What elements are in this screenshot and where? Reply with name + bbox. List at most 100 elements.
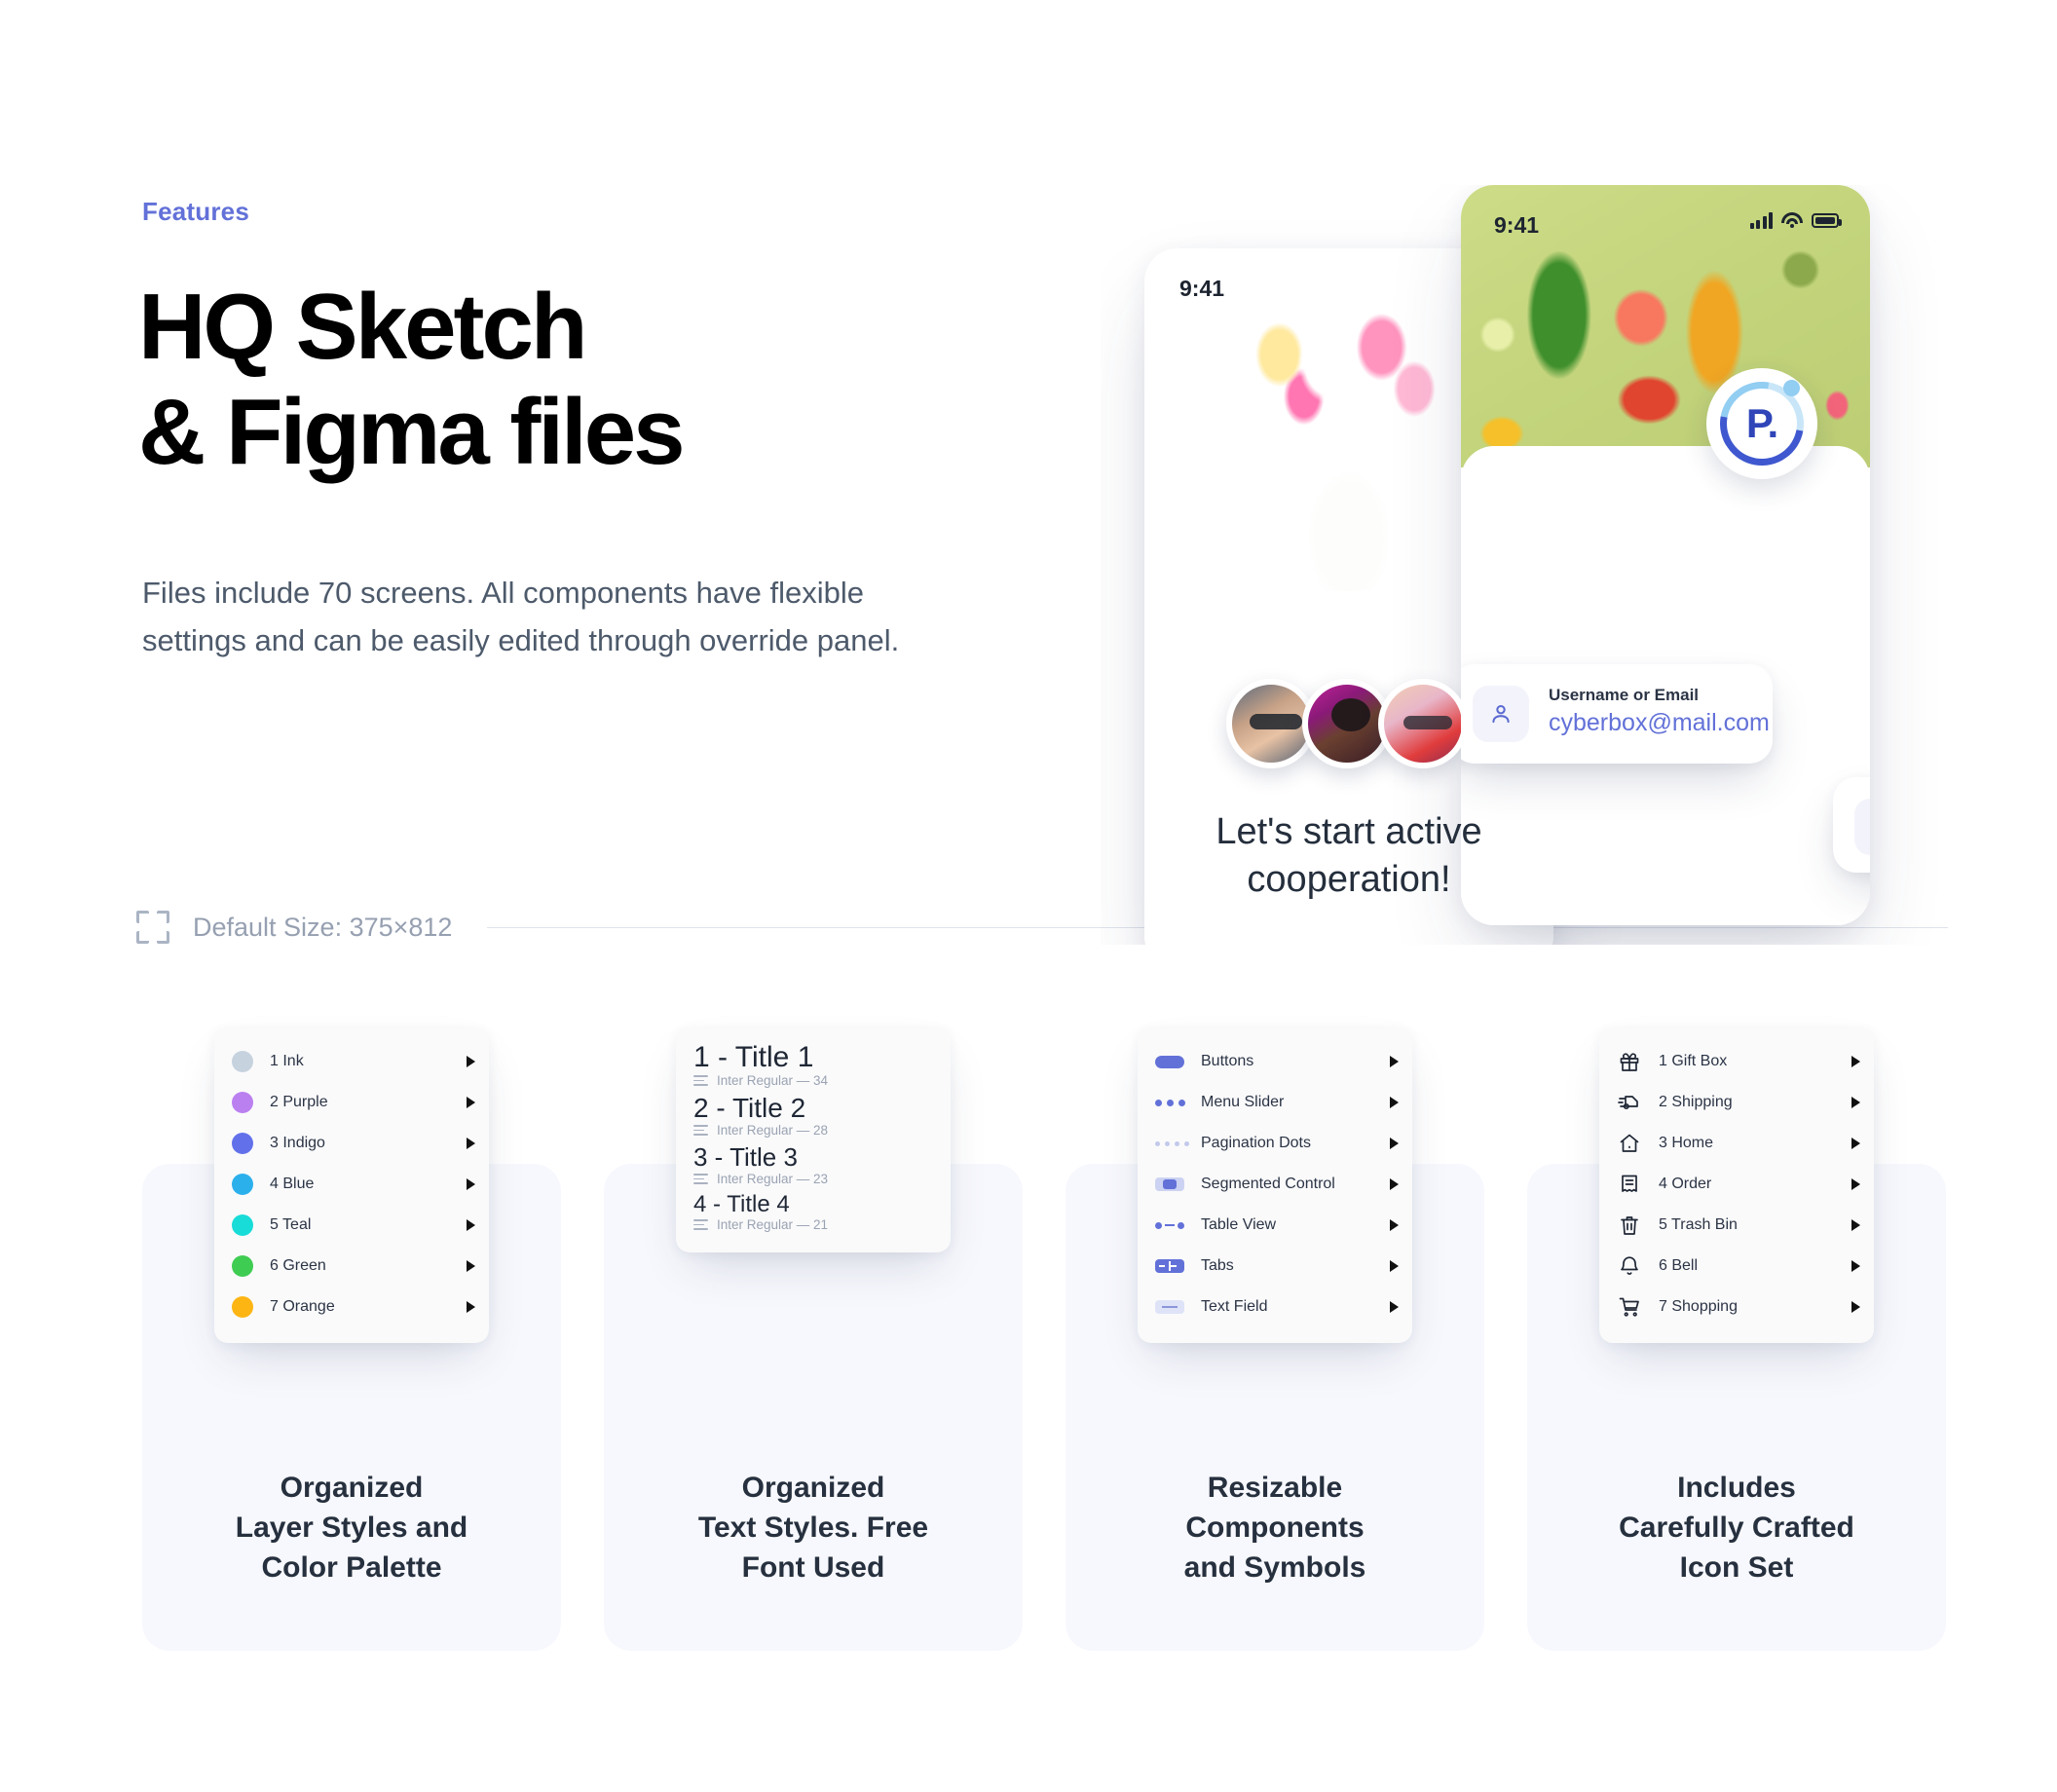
disclosure-caret-icon[interactable] [1851, 1219, 1860, 1231]
text-style-font: Inter Regular — 28 [717, 1123, 829, 1138]
icon-set-panel: 1 Gift Box 2 Shipping 3 Home 4 Order 5 Trash… [1599, 1027, 1874, 1343]
cart-icon [1617, 1294, 1642, 1320]
list-item-label: 2 Purple [270, 1094, 328, 1110]
disclosure-caret-icon[interactable] [1851, 1260, 1860, 1272]
text-style-name: 3 - Title 3 [693, 1142, 798, 1172]
list-item-label: 7 Orange [270, 1298, 335, 1315]
table-view-icon [1155, 1216, 1184, 1234]
list-item-label: 1 Gift Box [1659, 1053, 1728, 1069]
text-style-font: Inter Regular — 23 [717, 1172, 829, 1186]
color-swatch [232, 1174, 253, 1195]
disclosure-caret-icon[interactable] [1390, 1056, 1399, 1067]
card-caption: Organized Layer Styles and Color Palette [235, 1472, 468, 1585]
disclosure-caret-icon[interactable] [1851, 1178, 1860, 1190]
color-swatch [232, 1051, 253, 1072]
disclosure-caret-icon[interactable] [467, 1097, 475, 1108]
disclosure-caret-icon[interactable] [467, 1301, 475, 1313]
color-swatch [232, 1214, 253, 1236]
disclosure-caret-icon[interactable] [1390, 1097, 1399, 1108]
trash-icon [1617, 1213, 1642, 1238]
list-item[interactable]: Pagination Dots [1138, 1123, 1412, 1164]
list-item[interactable]: 1 Gift Box [1599, 1041, 1874, 1082]
list-item[interactable]: 4 Order [1599, 1164, 1874, 1205]
list-item[interactable]: 2 - Title 2 [676, 1093, 951, 1124]
list-item[interactable]: 3 Indigo [214, 1123, 489, 1164]
crop-frame-icon [136, 911, 169, 944]
phone-left-headline: Let's start active cooperation! [1216, 811, 1482, 900]
disclosure-caret-icon[interactable] [1851, 1138, 1860, 1149]
color-swatch [232, 1255, 253, 1277]
list-item-label: Tabs [1201, 1257, 1234, 1274]
list-item-label: Pagination Dots [1201, 1135, 1311, 1151]
disclosure-caret-icon[interactable] [467, 1138, 475, 1149]
text-style-meta: Inter Regular — 28 [676, 1123, 951, 1138]
wifi-icon [1781, 212, 1803, 229]
list-item-label: 5 Trash Bin [1659, 1216, 1738, 1233]
disclosure-caret-icon[interactable] [1390, 1219, 1399, 1231]
page-title: HQ Sketch & Figma files [138, 275, 685, 484]
list-item-label: 7 Shopping [1659, 1298, 1738, 1315]
phone-mockups: 9:41 Let's start active cooperation! 9:4… [1101, 185, 2057, 945]
truck-icon [1617, 1090, 1642, 1115]
list-item[interactable]: Text Field [1138, 1287, 1412, 1327]
list-item[interactable]: 5 Teal [214, 1205, 489, 1246]
disclosure-caret-icon[interactable] [467, 1219, 475, 1231]
disclosure-caret-icon[interactable] [467, 1178, 475, 1190]
status-bar-icons [1749, 212, 1842, 229]
disclosure-caret-icon[interactable] [1390, 1301, 1399, 1313]
list-item[interactable]: 4 Blue [214, 1164, 489, 1205]
list-item-label: 1 Ink [270, 1053, 304, 1069]
hero-subtitle: Files include 70 screens. All components… [142, 576, 900, 657]
feature-card-text-styles: 1 - Title 1 Inter Regular — 34 2 - Title 2… [604, 1027, 1023, 1651]
list-item[interactable]: Buttons [1138, 1041, 1412, 1082]
list-item[interactable]: 1 Ink [214, 1041, 489, 1082]
disclosure-caret-icon[interactable] [1851, 1056, 1860, 1067]
disclosure-caret-icon[interactable] [1390, 1138, 1399, 1149]
list-item-label: 3 Indigo [270, 1135, 325, 1151]
disclosure-caret-icon[interactable] [467, 1260, 475, 1272]
list-item[interactable]: Table View [1138, 1205, 1412, 1246]
disclosure-caret-icon[interactable] [1851, 1097, 1860, 1108]
list-item[interactable]: 1 - Title 1 [676, 1041, 951, 1074]
list-item[interactable]: 3 Home [1599, 1123, 1874, 1164]
pill-button-icon [1155, 1053, 1184, 1070]
username-value: cyberbox@mail.com [1549, 709, 1770, 736]
list-item-label: Text Field [1201, 1298, 1268, 1315]
list-item[interactable]: 2 Shipping [1599, 1082, 1874, 1123]
list-item[interactable]: 7 Shopping [1599, 1287, 1874, 1327]
list-item[interactable]: 3 - Title 3 [676, 1142, 951, 1173]
list-item[interactable]: 5 Trash Bin [1599, 1205, 1874, 1246]
status-time-right: 9:41 [1494, 212, 1540, 238]
list-item-label: 6 Green [270, 1257, 326, 1274]
list-item[interactable]: Tabs [1138, 1246, 1412, 1287]
text-lines-icon [693, 1219, 708, 1230]
color-swatch [232, 1092, 253, 1113]
list-item[interactable]: 4 - Title 4 [676, 1191, 951, 1218]
password-field-card[interactable]: Password [1833, 777, 1870, 873]
list-item[interactable]: Menu Slider [1138, 1082, 1412, 1123]
text-field-icon [1155, 1298, 1184, 1316]
avatar-group [1226, 679, 1470, 768]
username-field-card[interactable]: Username or Email cyberbox@mail.com [1461, 664, 1773, 764]
gift-icon [1617, 1049, 1642, 1074]
list-item-label: 2 Shipping [1659, 1094, 1733, 1110]
list-item-label: 5 Teal [270, 1216, 312, 1233]
feature-card-color-palette: 1 Ink 2 Purple 3 Indigo 4 Blue 5 Teal 6 Green… [142, 1027, 561, 1651]
disclosure-caret-icon[interactable] [1390, 1260, 1399, 1272]
list-item[interactable]: 2 Purple [214, 1082, 489, 1123]
list-item[interactable]: Segmented Control [1138, 1164, 1412, 1205]
list-item[interactable]: 6 Bell [1599, 1246, 1874, 1287]
bell-icon [1617, 1253, 1642, 1279]
disclosure-caret-icon[interactable] [1390, 1178, 1399, 1190]
home-icon [1617, 1131, 1642, 1156]
disclosure-caret-icon[interactable] [467, 1056, 475, 1067]
text-style-name: 2 - Title 2 [693, 1093, 806, 1123]
default-size-label: Default Size: 375×812 [193, 912, 453, 942]
text-style-meta: Inter Regular — 34 [676, 1073, 951, 1088]
list-item-label: Table View [1201, 1216, 1277, 1233]
list-item[interactable]: 7 Orange [214, 1287, 489, 1327]
status-time-left: 9:41 [1179, 276, 1225, 301]
disclosure-caret-icon[interactable] [1851, 1301, 1860, 1313]
list-item[interactable]: 6 Green [214, 1246, 489, 1287]
components-panel: Buttons Menu Slider Pagination Dots Segment… [1138, 1027, 1412, 1343]
